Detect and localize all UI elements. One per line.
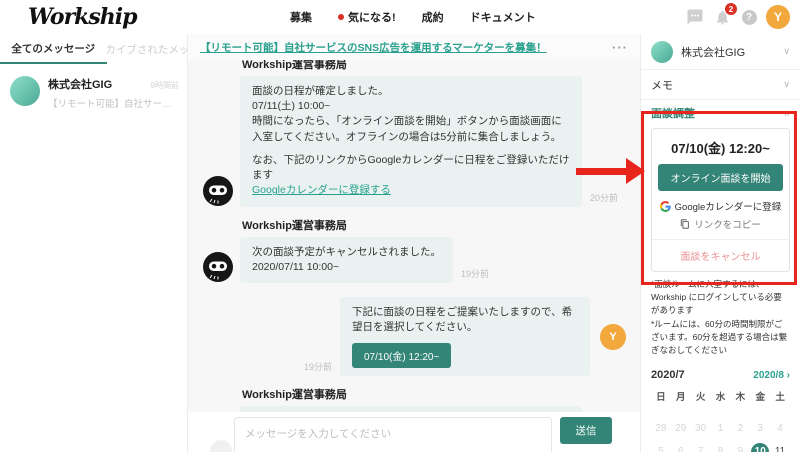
calendar-day: 5 <box>658 446 664 452</box>
message-input[interactable] <box>234 417 552 452</box>
header-icons: 2 ? Y <box>685 0 790 34</box>
message-time: 19分前 <box>303 362 332 373</box>
calendar-day: 1 <box>717 423 724 435</box>
message-list-sidebar: 全てのメッセージ アーカイブされたメッセ... 株式会社GIG 9時間前 【リモ… <box>0 34 188 452</box>
interview-datetime: 07/10(金) 12:20~ <box>671 141 770 156</box>
attach-icon[interactable] <box>210 440 232 452</box>
gcal-register-link[interactable]: Googleカレンダーに登録する <box>252 184 391 196</box>
user-avatar[interactable]: Y <box>766 5 790 29</box>
conversation-time: 9時間前 <box>150 81 179 90</box>
robot-avatar-icon <box>203 251 233 282</box>
tab-archived-messages[interactable]: アーカイブされたメッセ... <box>107 34 187 64</box>
top-header: Workship 募集 気になる! 成約 ドキュメント 2 ? Y <box>0 0 800 34</box>
send-button[interactable]: 送信 <box>560 417 612 444</box>
calendar-day[interactable]: 11 <box>770 440 790 452</box>
conversation-list-item[interactable]: 株式会社GIG 9時間前 【リモート可能】自社サービスのSNS広告を運用する..… <box>0 64 187 120</box>
message-row: 次の面談予定がキャンセルされました。 2020/07/11 10:00~ 19分… <box>202 236 626 283</box>
proposed-date-button[interactable]: 07/10(金) 12:20~ <box>352 343 452 369</box>
message-sender: Workship運営事務局 <box>242 219 347 232</box>
workship-app: Workship 募集 気になる! 成約 ドキュメント 2 ? Y 全てのメッセ… <box>0 0 800 452</box>
start-online-interview-button[interactable]: オンライン面談を開始 <box>658 164 783 191</box>
message-tabs: 全てのメッセージ アーカイブされたメッセ... <box>0 34 187 64</box>
detail-sidebar: 株式会社GIG ∨ メモ ∨ 面談調整 ∧ 07/10(金) 12:20~ オン… <box>640 34 800 452</box>
calendar-month-label: 2020/7 <box>651 369 685 382</box>
pinned-job-bar: 【リモート可能】自社サービスのSNS広告を運用するマーケターを募集！ ··· <box>188 34 640 60</box>
interview-card: 07/10(金) 12:20~ オンライン面談を開始 Googleカレンダーに登… <box>651 128 790 272</box>
calendar: 2020/7 2020/8 › 日 月 火 水 木 金 土 28 29 30 1… <box>651 369 790 452</box>
chat-panel: 【リモート可能】自社サービスのSNS広告を運用するマーケターを募集！ ··· W… <box>188 34 640 452</box>
calendar-day-selected[interactable]: 10 <box>750 440 770 452</box>
calendar-day: 9 <box>737 446 744 452</box>
calendar-day: 30 <box>695 423 707 435</box>
annotation-arrow-head <box>626 158 645 184</box>
tab-all-messages[interactable]: 全てのメッセージ <box>0 34 107 64</box>
chevron-down-icon: ∨ <box>783 46 790 56</box>
conversation-preview: 【リモート可能】自社サービスのSNS広告を運用する... <box>48 99 179 110</box>
message-time: 20分前 <box>589 192 618 203</box>
gcal-register-row[interactable]: Googleカレンダーに登録 <box>658 199 783 213</box>
help-icon[interactable]: ? <box>739 7 759 27</box>
robot-avatar-icon <box>203 175 233 206</box>
calendar-day: 2 <box>737 423 744 435</box>
interview-section-header[interactable]: 面談調整 ∧ <box>641 100 800 126</box>
nav-item-documents[interactable]: ドキュメント <box>470 9 536 25</box>
calendar-day: 4 <box>777 423 783 435</box>
nav-item-interested[interactable]: 気になる! <box>338 9 396 25</box>
user-avatar: Y <box>600 323 626 350</box>
company-avatar <box>651 40 673 63</box>
calendar-day: 28 <box>655 423 667 435</box>
annotation-arrow <box>576 168 626 175</box>
main-nav: 募集 気になる! 成約 ドキュメント <box>290 0 536 34</box>
message-input-bar: 送信 <box>188 412 640 452</box>
chat-bubble-icon[interactable] <box>685 7 705 27</box>
notification-badge: 2 <box>725 3 737 15</box>
calendar-next-month-link[interactable]: 2020/8 › <box>753 370 790 381</box>
message-row-outgoing: 19分前 下記に面談の日程をご提案いたしますので、希望日を選択してください。 0… <box>202 296 626 377</box>
message-bubble: 面談の日程が確定しました。 07/11(土) 10:00~ 時間になったら、「オ… <box>240 76 582 207</box>
calendar-day: 8 <box>717 446 724 452</box>
copy-icon <box>681 219 689 229</box>
calendar-weekday-row: 日 月 火 水 木 金 土 <box>656 392 785 404</box>
chevron-up-icon: ∧ <box>783 107 790 118</box>
message-row: 面談の日程が確定しました。 07/11(土) 10:00~ 時間になったら、「オ… <box>202 76 626 207</box>
calendar-day: 29 <box>675 423 687 435</box>
company-name: 株式会社GIG <box>681 46 746 59</box>
google-icon <box>659 200 671 212</box>
calendar-day: 6 <box>677 446 684 452</box>
cancel-interview-button[interactable]: 面談をキャンセル <box>658 248 783 263</box>
memo-section-header[interactable]: メモ ∨ <box>641 70 800 100</box>
chevron-down-icon: ∨ <box>783 79 790 89</box>
nav-item-recruit[interactable]: 募集 <box>290 9 312 25</box>
nav-item-contract[interactable]: 成約 <box>422 9 444 25</box>
company-section-header[interactable]: 株式会社GIG ∨ <box>641 34 800 70</box>
message-bubble: 次の面談予定がキャンセルされました。 2020/07/11 10:00~ <box>240 236 453 283</box>
company-avatar <box>10 76 40 106</box>
interview-notes: *面談ルームに入室するには、Workship にログインしている必要があります … <box>651 279 788 355</box>
notification-dot <box>338 14 344 20</box>
calendar-day-grid: 28 29 30 1 2 3 4 5 6 7 8 9 10 11 12 13 1… <box>651 417 790 452</box>
interview-section-title: 面談調整 <box>651 108 695 120</box>
message-sender: Workship運営事務局 <box>242 60 347 71</box>
copy-link-row[interactable]: リンクをコピー <box>658 217 783 231</box>
message-stream: Workship運営事務局 面談の日程が確定しました。 07/11(土) 10:… <box>188 60 640 412</box>
calendar-day: 3 <box>757 423 763 435</box>
calendar-day: 7 <box>697 446 704 452</box>
conversation-name: 株式会社GIG <box>48 79 113 91</box>
card-divider <box>652 239 789 240</box>
app-logo[interactable]: Workship <box>28 4 138 30</box>
message-time: 19分前 <box>461 268 490 279</box>
message-sender: Workship運営事務局 <box>242 389 347 402</box>
message-bubble: 下記に面談の日程をご提案いたしますので、希望日を選択してください。 07/10(… <box>340 296 590 377</box>
more-menu-icon[interactable]: ··· <box>602 40 628 55</box>
bell-icon[interactable]: 2 <box>712 3 737 27</box>
pinned-job-link[interactable]: 【リモート可能】自社サービスのSNS広告を運用するマーケターを募集！ <box>200 40 602 55</box>
